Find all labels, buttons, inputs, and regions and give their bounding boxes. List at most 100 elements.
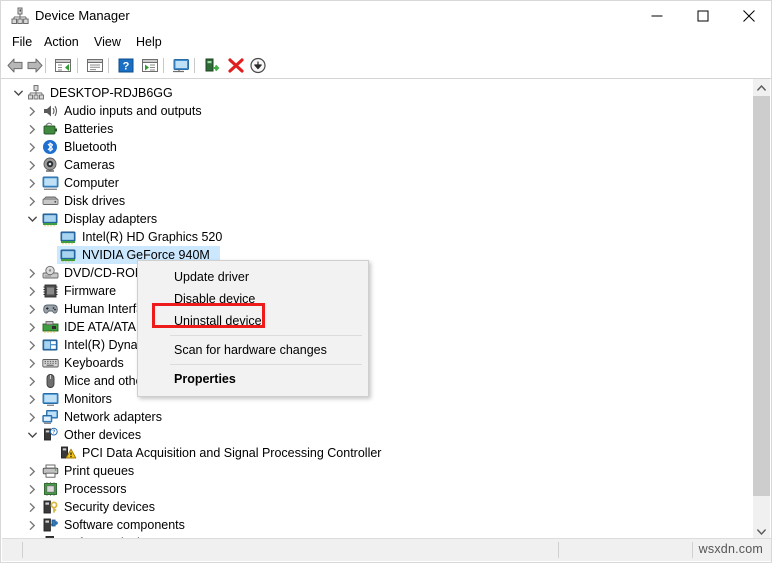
- expander-chevron-right-icon[interactable]: [24, 462, 40, 480]
- tree-row-security-devices[interactable]: Security devices: [2, 498, 754, 516]
- device-tree[interactable]: DESKTOP-RDJB6GG Audio inputs and outputs: [2, 79, 754, 540]
- tree-row-audio-inputs-and-outputs[interactable]: Audio inputs and outputs: [2, 102, 754, 120]
- tree-row-desktop-root[interactable]: DESKTOP-RDJB6GG: [2, 84, 754, 102]
- expander-chevron-right-icon[interactable]: [24, 336, 40, 354]
- tree-row-mice-and-other-pointing-devices[interactable]: Mice and other pointing devices: [2, 372, 754, 390]
- tree-row-network-adapters[interactable]: Network adapters: [2, 408, 754, 426]
- forward-icon[interactable]: [25, 56, 45, 75]
- minimize-button[interactable]: [634, 1, 680, 31]
- context-menu-item-update-driver[interactable]: Update driver: [138, 266, 368, 288]
- context-menu-bottom-padding: [138, 390, 368, 396]
- tree-row-computer[interactable]: Computer: [2, 174, 754, 192]
- close-button[interactable]: [726, 1, 771, 31]
- uninstall-device-icon[interactable]: [226, 56, 246, 75]
- expander-chevron-right-icon[interactable]: [24, 102, 40, 120]
- tree-row-human-interface-devices[interactable]: Human Interface Devices: [2, 300, 754, 318]
- tree-row-intel-dynamic-platform[interactable]: Intel(R) Dynamic Platform and Thermal Fr…: [2, 336, 754, 354]
- dvd-drive-icon: [42, 265, 59, 281]
- intel-dptf-icon: [42, 337, 59, 353]
- expander-chevron-right-icon[interactable]: [24, 498, 40, 516]
- tree-row-firmware[interactable]: Firmware: [2, 282, 754, 300]
- context-menu-item-scan-for-hardware-changes[interactable]: Scan for hardware changes: [138, 339, 368, 361]
- svg-text:?: ?: [52, 430, 55, 436]
- monitor-icon: [42, 391, 59, 407]
- tree-label: Cameras: [64, 158, 115, 172]
- scan-devices-icon[interactable]: [140, 56, 160, 75]
- ide-controller-icon: [42, 319, 59, 335]
- menu-help[interactable]: Help: [131, 34, 167, 51]
- tree-row-disk-drives[interactable]: Disk drives: [2, 192, 754, 210]
- status-bar-divider-1: [22, 542, 23, 558]
- show-hide-tree-icon[interactable]: [53, 56, 73, 75]
- tree-label: Processors: [64, 482, 127, 496]
- tree-row-processors[interactable]: Processors: [2, 480, 754, 498]
- maximize-button[interactable]: [680, 1, 726, 31]
- expander-chevron-right-icon[interactable]: [24, 300, 40, 318]
- scroll-up-button[interactable]: [753, 79, 770, 96]
- expander-chevron-right-icon[interactable]: [24, 282, 40, 300]
- expander-chevron-right-icon[interactable]: [24, 318, 40, 336]
- context-menu-item-properties[interactable]: Properties: [138, 368, 368, 390]
- expander-chevron-right-icon[interactable]: [24, 480, 40, 498]
- tree-label: DESKTOP-RDJB6GG: [50, 86, 173, 100]
- tree-row-cameras[interactable]: Cameras: [2, 156, 754, 174]
- tree-row-nvidia-geforce-940m[interactable]: NVIDIA GeForce 940M: [2, 246, 754, 264]
- tree-row-batteries[interactable]: Batteries: [2, 120, 754, 138]
- tree-row-display-adapters[interactable]: Display adapters: [2, 210, 754, 228]
- expander-chevron-right-icon[interactable]: [24, 192, 40, 210]
- expander-chevron-down-icon[interactable]: [24, 426, 40, 444]
- tree-label: Display adapters: [64, 212, 158, 226]
- tree-row-keyboards[interactable]: Keyboards: [2, 354, 754, 372]
- expander-chevron-right-icon[interactable]: [24, 408, 40, 426]
- expander-chevron-down-icon[interactable]: [24, 210, 40, 228]
- back-icon[interactable]: [5, 56, 25, 75]
- expander-chevron-right-icon[interactable]: [24, 138, 40, 156]
- expander-chevron-right-icon[interactable]: [24, 264, 40, 282]
- scan-hardware-changes-icon[interactable]: [248, 56, 268, 75]
- expander-chevron-right-icon[interactable]: [24, 120, 40, 138]
- expander-chevron-right-icon[interactable]: [24, 174, 40, 192]
- tree-row-print-queues[interactable]: Print queues: [2, 462, 754, 480]
- expander-chevron-right-icon[interactable]: [24, 354, 40, 372]
- title-bar: Device Manager: [1, 1, 771, 31]
- tree-row-monitors[interactable]: Monitors: [2, 390, 754, 408]
- tree-row-bluetooth[interactable]: Bluetooth: [2, 138, 754, 156]
- unknown-device-warning-icon: [60, 445, 77, 461]
- expander-chevron-right-icon[interactable]: [24, 372, 40, 390]
- tree-row-ide-ata-atapi-controllers[interactable]: IDE ATA/ATAPI controllers: [2, 318, 754, 336]
- expander-chevron-right-icon[interactable]: [24, 390, 40, 408]
- mouse-icon: [42, 373, 59, 389]
- tree-label: Keyboards: [64, 356, 124, 370]
- tree-row-dvd-cd-rom-drives[interactable]: DVD/CD-ROM drives: [2, 264, 754, 282]
- tree-row-software-components[interactable]: Software components: [2, 516, 754, 534]
- context-menu[interactable]: Update driver Disable device Uninstall d…: [137, 260, 369, 397]
- help-icon[interactable]: ?: [116, 56, 136, 75]
- uninstall-device-annotation-box: [152, 303, 265, 328]
- tree-row-pci-data-acquisition-controller[interactable]: PCI Data Acquisition and Signal Processi…: [2, 444, 754, 462]
- tree-label: Monitors: [64, 392, 112, 406]
- menu-file[interactable]: File: [7, 34, 37, 51]
- properties-icon[interactable]: [85, 56, 105, 75]
- tree-row-other-devices[interactable]: ? Other devices: [2, 426, 754, 444]
- printer-icon: [42, 463, 59, 479]
- expander-chevron-down-icon[interactable]: [10, 84, 26, 102]
- toolbar-separator-1: [45, 58, 46, 73]
- enable-device-icon[interactable]: [202, 56, 222, 75]
- update-driver-icon[interactable]: [171, 56, 191, 75]
- expander-chevron-right-icon[interactable]: [24, 156, 40, 174]
- disk-drive-icon: [42, 193, 59, 209]
- scrollbar-thumb[interactable]: [753, 96, 770, 496]
- tree-label: Computer: [64, 176, 119, 190]
- network-adapter-icon: [42, 409, 59, 425]
- tree-row-intel-hd-graphics-520[interactable]: Intel(R) HD Graphics 520: [2, 228, 754, 246]
- menu-view[interactable]: View: [89, 34, 126, 51]
- toolbar-separator-2: [77, 58, 78, 73]
- vertical-scrollbar[interactable]: [753, 79, 770, 540]
- menu-action[interactable]: Action: [39, 34, 84, 51]
- computer-root-icon: [28, 85, 45, 101]
- expander-chevron-right-icon[interactable]: [24, 516, 40, 534]
- security-device-icon: [42, 499, 59, 515]
- tree-label: Security devices: [64, 500, 156, 514]
- watermark-text: wsxdn.com: [698, 542, 763, 556]
- bluetooth-icon: [42, 139, 59, 155]
